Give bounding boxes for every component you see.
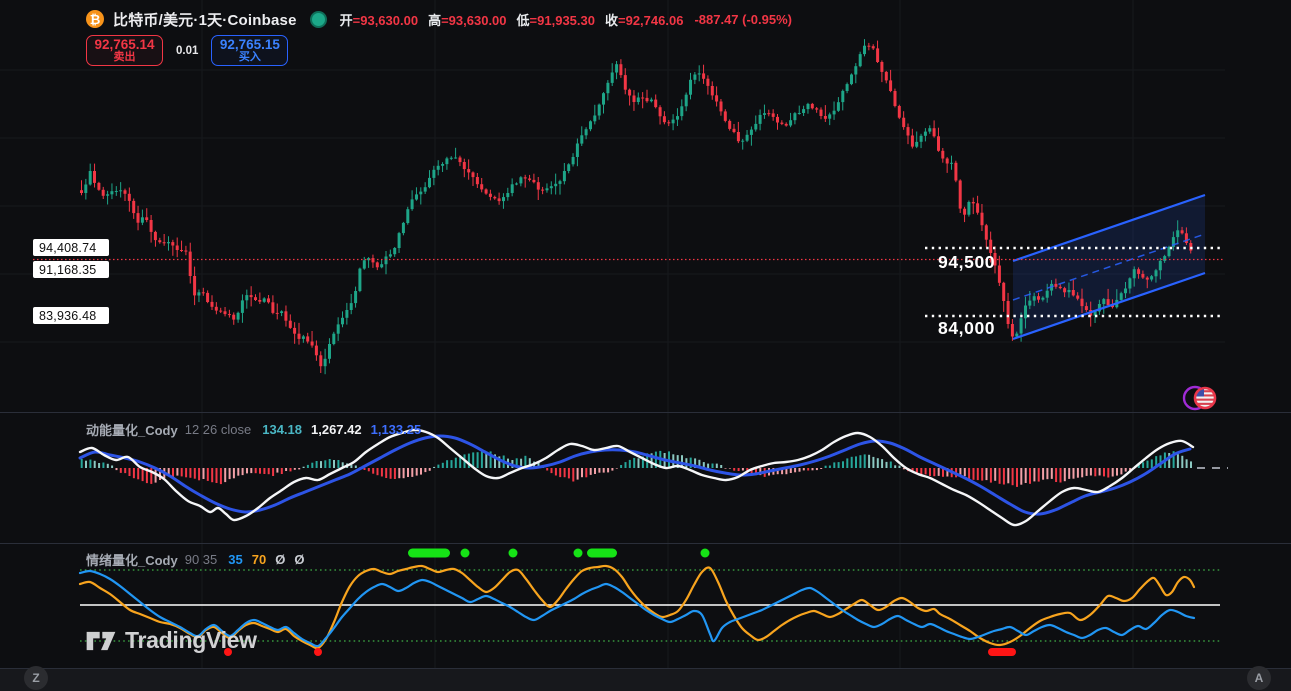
buy-label: 买入 [239,52,261,64]
sentiment-indicator-params: 90 35 [185,552,218,567]
data-status-icon[interactable] [310,11,327,28]
spread-value: 0.01 [176,45,198,57]
sentiment-blue-value: 35 [228,552,242,567]
ohlc-close: 收=92,746.06 [605,10,683,29]
momentum-indicator-params: 12 26 close [185,422,252,437]
momentum-macd-value: 1,267.42 [311,422,362,437]
bitcoin-icon: ₿ [86,10,104,28]
momentum-hist-value: 134.18 [262,422,302,437]
momentum-indicator-title[interactable]: 动能量化_Cody [86,420,178,439]
sell-label: 卖出 [114,52,136,64]
ohlc-high: 高=93,630.00 [428,10,506,29]
candlestick-series [80,39,1192,374]
chart-canvas[interactable] [0,0,1291,691]
hotkey-hint-left[interactable]: Z [24,666,48,690]
buy-price: 92,765.15 [220,38,280,52]
economic-event-flag-icon[interactable] [1182,382,1220,419]
price-change: -887.47 (-0.95%) [694,12,792,27]
watermark-text: TradingView [125,627,257,654]
price-scale-label: 91,168.35 [33,261,109,278]
price-scale-label: 94,408.74 [33,239,109,256]
level-annotation-upper[interactable]: 94,500 [938,252,995,273]
price-scale-label: 83,936.48 [33,307,109,324]
sell-price: 92,765.14 [94,38,154,52]
sentiment-null-value-2: Ø [294,552,304,567]
ohlc-values: 开=93,630.00 高=93,630.00 低=91,935.30 收=92… [340,10,684,29]
tradingview-logo-icon [86,629,116,653]
sentiment-null-value-1: Ø [275,552,285,567]
momentum-signal-value: 1,133.25 [371,422,422,437]
trade-panel: 92,765.14 卖出 0.01 92,765.15 买入 [86,35,288,66]
symbol-title[interactable]: 比特币/美元·1天·Coinbase [113,9,297,30]
level-annotation-lower[interactable]: 84,000 [938,318,995,339]
symbol-legend: ₿ 比特币/美元·1天·Coinbase 开=93,630.00 高=93,63… [86,9,792,29]
sentiment-orange-value: 70 [252,552,266,567]
sentiment-indicator-values: 35 70 Ø Ø [228,552,304,567]
sentiment-indicator-header: 情绪量化_Cody 90 35 35 70 Ø Ø [86,551,304,567]
sentiment-indicator-title[interactable]: 情绪量化_Cody [86,550,178,569]
buy-button[interactable]: 92,765.15 买入 [211,35,288,66]
bottom-toolbar [0,669,1291,691]
hotkey-hint-right[interactable]: A [1247,666,1271,690]
momentum-indicator-header: 动能量化_Cody 12 26 close 134.18 1,267.42 1,… [86,421,421,437]
ohlc-low: 低=91,935.30 [517,10,595,29]
tradingview-chart-window: ₿ 比特币/美元·1天·Coinbase 开=93,630.00 高=93,63… [0,0,1291,691]
ohlc-open: 开=93,630.00 [340,10,418,29]
momentum-indicator-values: 134.18 1,267.42 1,133.25 [262,422,421,437]
tradingview-watermark: TradingView [86,627,257,654]
sell-button[interactable]: 92,765.14 卖出 [86,35,163,66]
